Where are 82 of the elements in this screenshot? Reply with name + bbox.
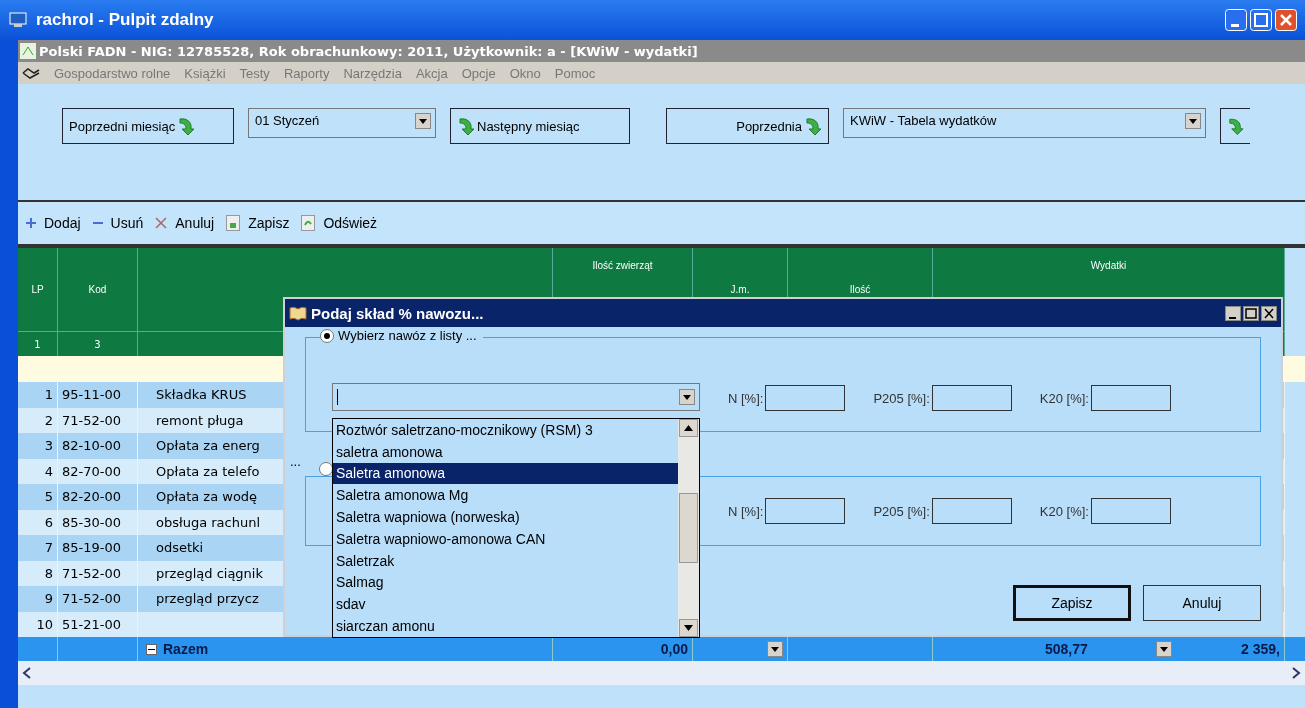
table-cell: 95-11-00 bbox=[58, 382, 138, 408]
table-cell: 71-52-00 bbox=[58, 586, 138, 612]
table-cell: 71-52-00 bbox=[58, 407, 138, 433]
scroll-down-icon[interactable] bbox=[679, 619, 698, 637]
sheet-icon bbox=[301, 215, 316, 231]
table-cell: 82-70-00 bbox=[58, 458, 138, 484]
radio-button[interactable] bbox=[320, 328, 334, 343]
column-index: 3 bbox=[58, 331, 138, 356]
app-icon bbox=[20, 43, 36, 59]
list-item[interactable]: Saletra amonowa bbox=[333, 462, 678, 485]
input-field[interactable] bbox=[1090, 385, 1171, 411]
table-cell: 10 bbox=[18, 611, 58, 637]
table-cell: 85-30-00 bbox=[58, 509, 138, 535]
next-table-button[interactable] bbox=[1220, 108, 1250, 144]
table-cell: 1 bbox=[18, 382, 58, 408]
collapse-icon[interactable] bbox=[146, 643, 157, 655]
window-title: rachrol - Pulpit zdalny bbox=[36, 10, 214, 30]
toolbar-button[interactable]: Dodaj bbox=[44, 215, 81, 231]
month-dropdown[interactable]: 01 Styczeń bbox=[248, 108, 436, 138]
dialog-button[interactable]: Zapisz bbox=[1013, 585, 1131, 621]
table-dropdown[interactable]: KWiW - Tabela wydatków bbox=[843, 108, 1206, 138]
input-field[interactable] bbox=[1090, 498, 1171, 524]
next-month-button[interactable]: Następny miesiąc bbox=[450, 108, 630, 144]
arrow-icon bbox=[1227, 116, 1244, 136]
column-header: Kod bbox=[58, 248, 138, 331]
arrow-icon bbox=[804, 116, 822, 136]
table-cell: 82-20-00 bbox=[58, 484, 138, 510]
minus-icon bbox=[92, 221, 103, 225]
table-cell: 3 bbox=[18, 433, 58, 459]
input-field[interactable] bbox=[765, 498, 846, 524]
table-cell: 4 bbox=[18, 458, 58, 484]
close-button[interactable] bbox=[1261, 305, 1277, 321]
table-cell: 7 bbox=[18, 535, 58, 561]
list-item[interactable]: siarczan amonu bbox=[333, 615, 678, 637]
scroll-up-icon[interactable] bbox=[679, 419, 698, 437]
app-title: Polski FADN - NIG: 12785528, Rok obrachunkowy: 2011, Użytkownik: a - [KWiW - wydatki] bbox=[39, 43, 698, 59]
previous-table-button[interactable]: Poprzednia bbox=[666, 108, 829, 144]
table-cell: 9 bbox=[18, 586, 58, 612]
remote-desktop-icon bbox=[8, 11, 28, 29]
toolbar-button[interactable]: Usuń bbox=[110, 215, 144, 231]
table-cell: 6 bbox=[18, 509, 58, 535]
field-label: N [%]: bbox=[728, 390, 764, 406]
previous-month-button[interactable]: Poprzedni miesiąc bbox=[62, 108, 234, 144]
field-label: P205 [%]: bbox=[873, 390, 930, 406]
toolbar-button[interactable]: Anuluj bbox=[175, 215, 215, 231]
sheet-icon bbox=[226, 215, 241, 231]
table-cell: 71-52-00 bbox=[58, 560, 138, 586]
total-value: 2 359, bbox=[1241, 641, 1280, 657]
table-cell: 8 bbox=[18, 560, 58, 586]
arrow-icon bbox=[177, 116, 196, 136]
input-field[interactable] bbox=[931, 498, 1012, 524]
dialog-button[interactable]: Anuluj bbox=[1143, 585, 1261, 621]
radio-button[interactable] bbox=[319, 462, 333, 476]
column-header: LP bbox=[18, 248, 58, 331]
total-label: Razem bbox=[163, 641, 209, 657]
total-value: 508,77 bbox=[1045, 641, 1088, 657]
field-label: P205 [%]: bbox=[873, 503, 930, 519]
dialog-title: Podaj skład % nawozu... bbox=[311, 304, 484, 322]
column-index: 1 bbox=[18, 331, 58, 356]
table-cell: 82-10-00 bbox=[58, 433, 138, 459]
scrollbar-thumb[interactable] bbox=[679, 493, 698, 563]
table-cell: 2 bbox=[18, 407, 58, 433]
maximize-button[interactable] bbox=[1243, 305, 1259, 321]
total-value: 0,00 bbox=[660, 641, 688, 657]
plus-icon bbox=[26, 218, 36, 228]
field-label: K20 [%]: bbox=[1039, 503, 1089, 519]
input-field[interactable] bbox=[931, 385, 1012, 411]
cross-icon bbox=[155, 217, 168, 229]
field-label: N [%]: bbox=[728, 503, 764, 519]
scroll-left-icon[interactable] bbox=[22, 667, 32, 679]
input-field[interactable] bbox=[765, 385, 846, 411]
toolbar-button[interactable]: Zapisz bbox=[248, 215, 290, 231]
toolbar-button[interactable]: Odśwież bbox=[323, 215, 378, 231]
book-icon bbox=[289, 305, 307, 321]
table-cell: 5 bbox=[18, 484, 58, 510]
table-cell: 85-19-00 bbox=[58, 535, 138, 561]
table-cell: 51-21-00 bbox=[58, 611, 138, 637]
minimize-button[interactable] bbox=[1225, 305, 1241, 321]
handshake-icon bbox=[22, 67, 40, 79]
arrow-icon bbox=[457, 116, 475, 136]
field-label: K20 [%]: bbox=[1039, 390, 1089, 406]
scroll-right-icon[interactable] bbox=[1291, 667, 1301, 679]
